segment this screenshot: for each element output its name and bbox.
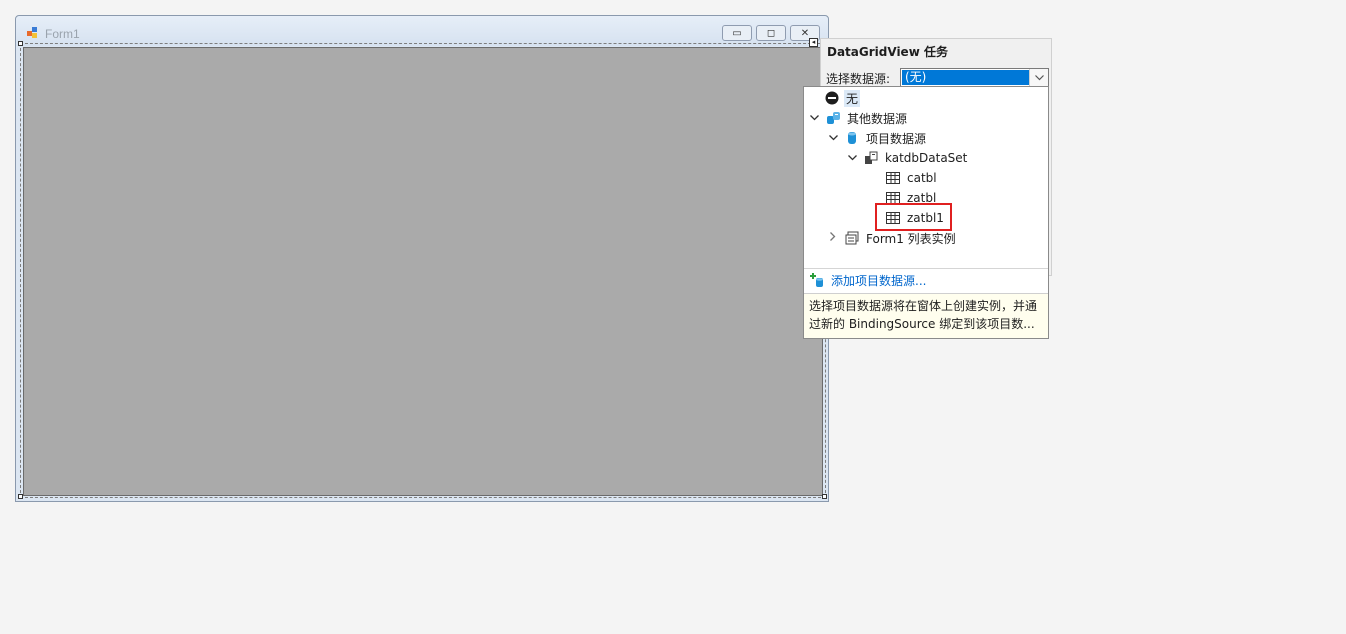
none-icon bbox=[825, 91, 839, 105]
dataset-icon bbox=[864, 151, 878, 165]
chevron-down-icon bbox=[1034, 74, 1044, 80]
highlight-box bbox=[875, 203, 952, 231]
tree-label-dataset: katdbDataSet bbox=[885, 151, 968, 165]
table-icon bbox=[886, 171, 900, 185]
form-title: Form1 bbox=[45, 27, 80, 41]
form-app-icon bbox=[27, 27, 39, 39]
tree-item-table[interactable]: catbl bbox=[886, 169, 939, 187]
datagridview-control[interactable] bbox=[23, 47, 823, 496]
tree-label-table: catbl bbox=[907, 171, 937, 185]
resize-handle-tl[interactable] bbox=[18, 41, 23, 46]
datasources-icon bbox=[826, 111, 840, 125]
minimize-button[interactable]: ▭ bbox=[722, 25, 752, 41]
tree-label-form-instances: Form1 列表实例 bbox=[866, 231, 956, 246]
dropdown-divider bbox=[804, 268, 1048, 269]
form-instances-icon bbox=[845, 231, 859, 245]
resize-handle-br[interactable] bbox=[822, 494, 827, 499]
add-database-icon bbox=[809, 272, 825, 288]
chevron-down-icon[interactable] bbox=[808, 113, 820, 124]
minimize-icon: ▭ bbox=[732, 27, 742, 39]
add-project-datasource-link[interactable]: 添加项目数据源... bbox=[809, 272, 926, 288]
smart-tag-header: DataGridView 任务 bbox=[827, 45, 948, 59]
chevron-down-icon[interactable] bbox=[846, 153, 858, 164]
datasource-dropdown-button[interactable] bbox=[1029, 69, 1048, 86]
chevron-right-icon[interactable] bbox=[827, 232, 839, 244]
tree-label-project-sources: 项目数据源 bbox=[866, 131, 927, 146]
form-window[interactable]: Form1 ▭ ◻ ✕ ◂ bbox=[15, 15, 829, 502]
chevron-down-icon[interactable] bbox=[827, 133, 839, 144]
datasource-combobox[interactable]: (无) bbox=[900, 68, 1049, 87]
help-description: 选择项目数据源将在窗体上创建实例，并通过新的 BindingSource 绑定到… bbox=[804, 293, 1048, 338]
resize-handle-bl[interactable] bbox=[18, 494, 23, 499]
tree-item-form-instances[interactable]: Form1 列表实例 bbox=[827, 229, 958, 247]
smart-tag-glyph-icon[interactable]: ◂ bbox=[809, 38, 818, 47]
form-titlebar[interactable]: Form1 ▭ ◻ ✕ bbox=[16, 16, 828, 46]
close-icon: ✕ bbox=[800, 27, 810, 39]
tree-item-other-sources[interactable]: 其他数据源 bbox=[808, 109, 909, 127]
tree-item-project-sources[interactable]: 项目数据源 bbox=[827, 129, 928, 147]
database-icon bbox=[845, 131, 859, 145]
datasource-dropdown: 无 其他数据源 项目数据源 katdbDataSet catbl zatbl z… bbox=[803, 86, 1049, 339]
tree-label-other-sources: 其他数据源 bbox=[847, 111, 908, 126]
tree-item-dataset[interactable]: katdbDataSet bbox=[846, 149, 969, 167]
maximize-button[interactable]: ◻ bbox=[756, 25, 786, 41]
tree-item-none[interactable]: 无 bbox=[825, 89, 861, 107]
add-project-datasource-label: 添加项目数据源... bbox=[831, 273, 927, 288]
datasource-label: 选择数据源: bbox=[826, 72, 891, 86]
maximize-icon: ◻ bbox=[766, 27, 776, 39]
datasource-selected-value[interactable]: (无) bbox=[902, 70, 1029, 85]
tree-label-none: 无 bbox=[844, 89, 861, 107]
